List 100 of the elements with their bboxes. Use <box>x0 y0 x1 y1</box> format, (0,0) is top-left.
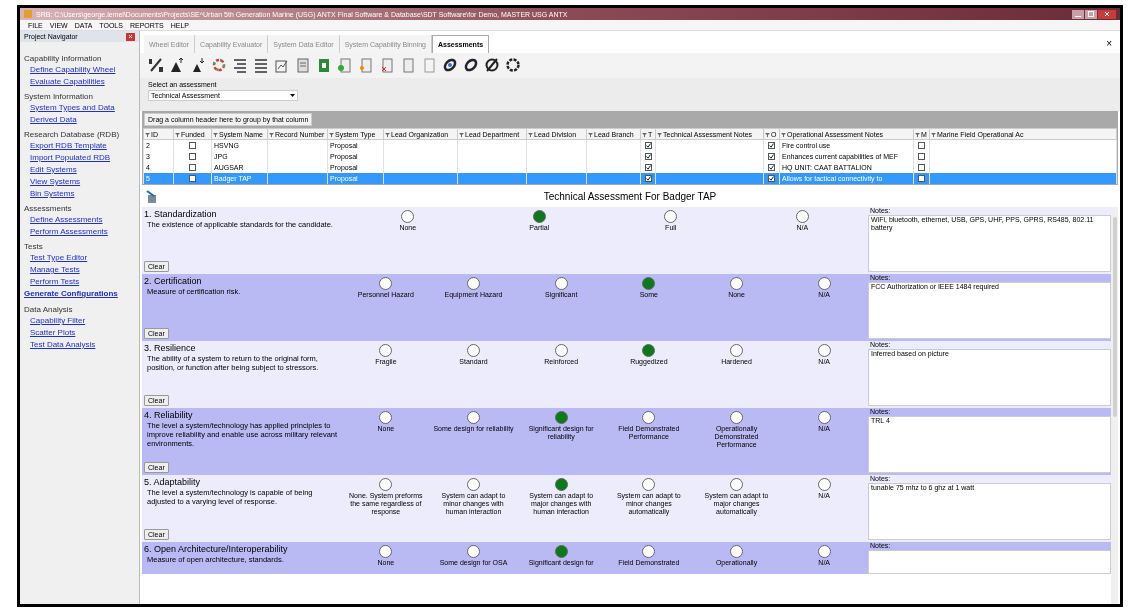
filter-icon[interactable] <box>269 132 274 137</box>
radio-button[interactable] <box>379 411 393 424</box>
filter-icon[interactable] <box>765 132 770 137</box>
radio-button[interactable] <box>730 277 743 290</box>
radio-button[interactable] <box>817 277 831 290</box>
link-icon[interactable] <box>442 57 458 74</box>
nav-link[interactable]: Edit Systems <box>30 164 77 176</box>
notes-field[interactable] <box>868 550 1111 574</box>
filter-icon[interactable] <box>931 132 936 137</box>
filter-icon[interactable] <box>915 132 920 137</box>
scrollbar[interactable] <box>1111 207 1118 604</box>
radio-button[interactable] <box>401 210 415 223</box>
radio-button[interactable] <box>730 478 743 491</box>
checkbox[interactable] <box>918 141 925 149</box>
spreadsheet-icon[interactable] <box>316 57 332 74</box>
font-grow-icon[interactable] <box>169 57 185 74</box>
radio-button[interactable] <box>817 545 831 558</box>
filter-icon[interactable] <box>145 132 150 137</box>
close-icon[interactable] <box>126 32 135 41</box>
filter-icon[interactable] <box>213 132 218 137</box>
nav-link[interactable]: Perform Tests <box>30 276 80 288</box>
radio-button[interactable] <box>554 478 568 491</box>
radio-button[interactable] <box>554 411 568 424</box>
radio-button[interactable] <box>379 344 393 357</box>
nav-link[interactable]: Scatter Plots <box>30 327 76 339</box>
radio-button[interactable] <box>554 545 568 558</box>
nav-link[interactable]: Define Capability Wheel <box>30 64 116 76</box>
nav-link[interactable]: Capability Filter <box>30 315 86 327</box>
radio-button[interactable] <box>554 277 568 290</box>
nav-link[interactable]: Import Populated RDB <box>30 152 111 164</box>
checkbox[interactable] <box>189 152 196 160</box>
checkbox[interactable] <box>189 174 196 182</box>
checkbox[interactable] <box>918 152 925 160</box>
color-ring-icon[interactable] <box>211 57 227 74</box>
filter-icon[interactable] <box>588 132 593 137</box>
nav-link[interactable]: Generate Configurations <box>24 288 118 299</box>
nav-link[interactable]: Derived Data <box>30 114 77 126</box>
filter-icon[interactable] <box>528 132 533 137</box>
checkbox[interactable] <box>768 152 775 160</box>
filter-icon[interactable] <box>459 132 464 137</box>
radio-button[interactable] <box>795 210 809 223</box>
document-icon[interactable] <box>379 57 395 74</box>
filter-icon[interactable] <box>385 132 390 137</box>
filter-icon[interactable] <box>642 132 647 137</box>
checkbox[interactable] <box>918 174 925 182</box>
nav-link[interactable]: Manage Tests <box>30 264 80 276</box>
filter-icon[interactable] <box>781 132 786 137</box>
radio-button[interactable] <box>467 344 480 357</box>
radio-button[interactable] <box>817 344 831 357</box>
checkbox[interactable] <box>768 174 775 182</box>
nav-link[interactable]: Test Type Editor <box>30 252 88 264</box>
checkbox[interactable] <box>189 141 196 149</box>
radio-button[interactable] <box>642 277 656 290</box>
radio-button[interactable] <box>467 277 480 290</box>
maximize-icon[interactable] <box>1085 9 1097 19</box>
checkbox[interactable] <box>644 174 652 182</box>
minimize-icon[interactable] <box>1072 9 1084 19</box>
radio-button[interactable] <box>467 411 480 424</box>
radio-button[interactable] <box>664 210 678 223</box>
radio-button[interactable] <box>730 344 743 357</box>
font-shrink-icon[interactable] <box>190 57 206 74</box>
radio-button[interactable] <box>642 411 656 424</box>
filter-icon[interactable] <box>329 132 334 137</box>
list-icon[interactable] <box>232 57 248 74</box>
checkbox[interactable] <box>644 141 652 149</box>
nav-link[interactable]: Evaluate Capabilities <box>30 76 105 88</box>
radio-button[interactable] <box>642 478 656 491</box>
radio-button[interactable] <box>532 210 546 223</box>
fraction-icon[interactable] <box>148 57 164 74</box>
radio-button[interactable] <box>379 545 393 558</box>
checkbox[interactable] <box>918 163 925 171</box>
list-icon[interactable] <box>253 57 269 74</box>
nav-link[interactable]: Bin Systems <box>30 188 75 200</box>
nav-link[interactable]: Test Data Analysis <box>30 339 96 351</box>
radio-button[interactable] <box>730 545 743 558</box>
close-icon[interactable]: × <box>1106 39 1112 49</box>
checkbox[interactable] <box>644 152 652 160</box>
nav-link[interactable]: Perform Assessments <box>30 226 108 238</box>
radio-button[interactable] <box>817 478 831 491</box>
link-icon[interactable] <box>463 57 479 74</box>
nav-link[interactable]: Define Assessments <box>30 214 103 226</box>
document-icon[interactable] <box>337 57 353 74</box>
filter-icon[interactable] <box>657 132 662 137</box>
empty-set-icon[interactable] <box>484 57 500 74</box>
radio-button[interactable] <box>642 545 656 558</box>
radio-button[interactable] <box>467 545 480 558</box>
radio-button[interactable] <box>642 344 656 357</box>
checkbox[interactable] <box>768 141 775 149</box>
radio-button[interactable] <box>467 478 480 491</box>
circle-icon[interactable] <box>505 57 521 74</box>
nav-link[interactable]: View Systems <box>30 176 81 188</box>
filter-icon[interactable] <box>175 132 180 137</box>
close-icon[interactable] <box>1098 9 1116 19</box>
checkbox[interactable] <box>644 163 652 171</box>
chart-icon[interactable] <box>274 57 290 74</box>
radio-button[interactable] <box>379 478 393 491</box>
checkbox[interactable] <box>189 163 196 171</box>
radio-button[interactable] <box>730 411 743 424</box>
radio-button[interactable] <box>817 411 831 424</box>
nav-link[interactable]: Export RDB Template <box>30 140 107 152</box>
